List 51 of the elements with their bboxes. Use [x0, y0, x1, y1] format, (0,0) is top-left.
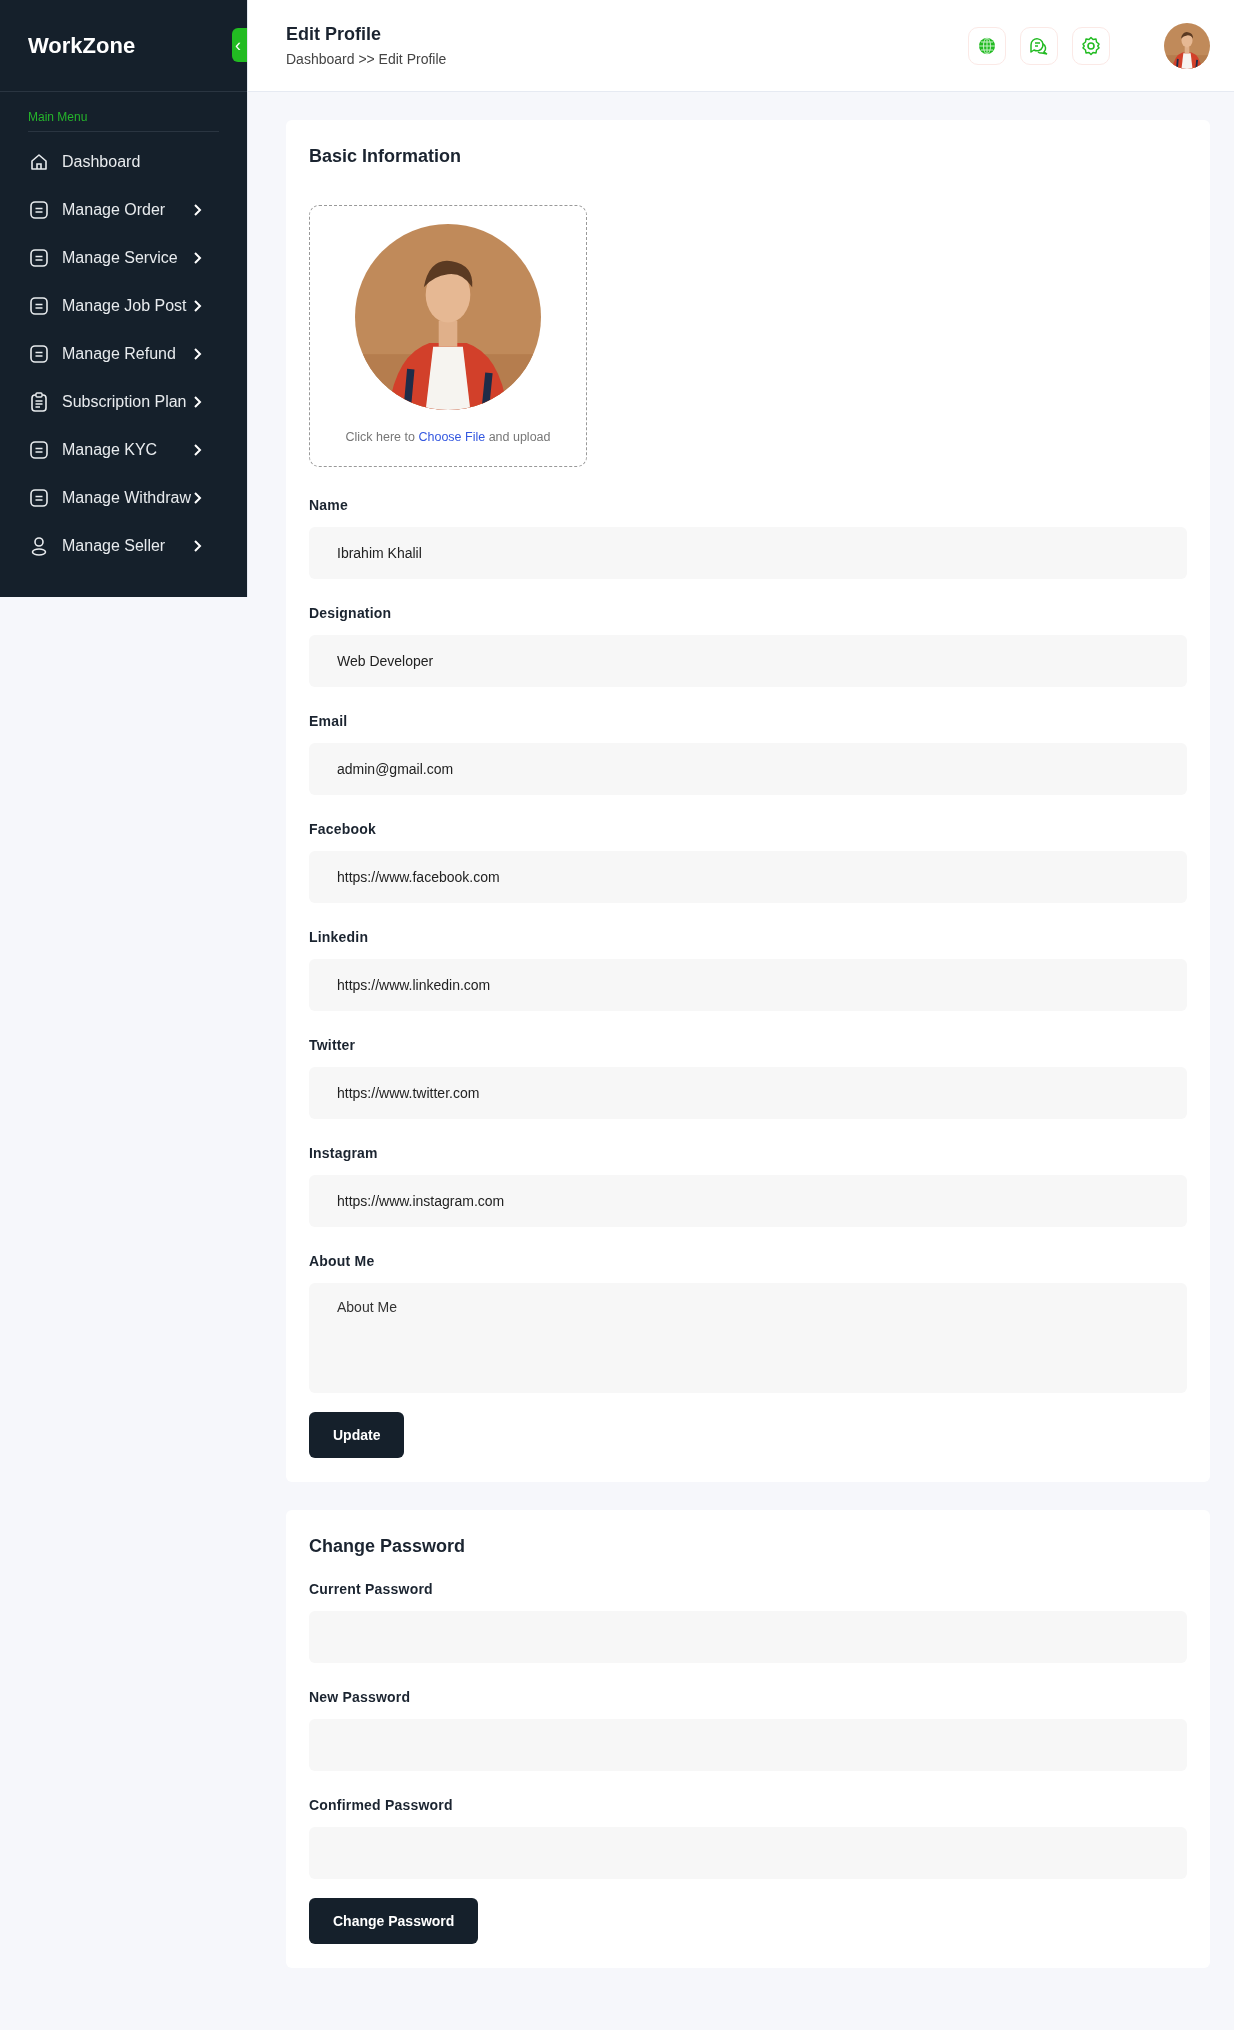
list-icon — [28, 295, 50, 317]
field-label: Email — [309, 713, 349, 729]
input-field[interactable]: https://www.twitter.com — [309, 1067, 1187, 1119]
field-label: About Me — [309, 1253, 376, 1269]
sidebar-item[interactable]: Manage Seller — [28, 522, 214, 570]
sidebar-item[interactable]: Manage Order — [28, 186, 214, 234]
list-icon — [28, 439, 50, 461]
list-icon — [28, 343, 50, 365]
sidebar-item[interactable]: Manage Job Post — [28, 282, 214, 330]
field-label: Twitter — [309, 1037, 357, 1053]
input-field[interactable]: admin@gmail.com — [309, 743, 1187, 795]
section-title: Basic Information — [309, 146, 463, 167]
field-label: Current Password — [309, 1581, 434, 1597]
field-label: Name — [309, 497, 349, 513]
sidebar-item[interactable]: Manage Service — [28, 234, 214, 282]
upload-hint: Click here to Choose File and upload — [345, 430, 551, 444]
list-icon — [28, 199, 50, 221]
settings-button[interactable] — [1072, 26, 1110, 65]
input-field[interactable]: https://www.instagram.com — [309, 1175, 1187, 1227]
section-title: Change Password — [309, 1536, 467, 1557]
update-button[interactable]: Update — [309, 1412, 405, 1458]
field-label: Confirmed Password — [309, 1797, 454, 1813]
list-icon — [28, 487, 50, 509]
menu-section-title: Main Menu — [28, 110, 219, 132]
change-password-button[interactable]: Change Password — [309, 1898, 479, 1944]
globe-button[interactable] — [968, 26, 1006, 65]
field-label: Facebook — [309, 821, 377, 837]
logo: WorkZone — [28, 32, 136, 59]
settings-icon — [1080, 34, 1102, 57]
clipboard-icon — [28, 391, 50, 413]
input-field[interactable]: Web Developer — [309, 635, 1187, 687]
field-label: New Password — [309, 1689, 412, 1705]
sidebar-item[interactable]: Manage Refund — [28, 330, 214, 378]
input-field[interactable]: Ibrahim Khalil — [309, 527, 1187, 579]
list-icon — [28, 247, 50, 269]
upload-area[interactable]: Click here to Choose File and upload — [309, 205, 587, 467]
breadcrumb: Dashboard >> Edit Profile — [286, 51, 448, 67]
sidebar-item[interactable]: Subscription Plan — [28, 378, 214, 426]
page-title: Edit Profile — [286, 24, 382, 45]
sidebar-item[interactable]: Manage Withdraw — [28, 474, 214, 522]
field-label: Instagram — [309, 1145, 379, 1161]
field-label: Designation — [309, 605, 393, 621]
text-area[interactable]: About Me — [309, 1283, 1187, 1393]
choose-file-link[interactable]: Choose File — [418, 430, 486, 444]
input-field[interactable]: https://www.facebook.com — [309, 851, 1187, 903]
chat-button[interactable] — [1020, 26, 1058, 65]
input-field[interactable]: https://www.linkedin.com — [309, 959, 1187, 1011]
home-icon — [28, 151, 50, 173]
sidebar-item[interactable]: Manage KYC — [28, 426, 214, 474]
field-label: Linkedin — [309, 929, 370, 945]
sidebar-item[interactable]: Dashboard — [28, 138, 214, 186]
